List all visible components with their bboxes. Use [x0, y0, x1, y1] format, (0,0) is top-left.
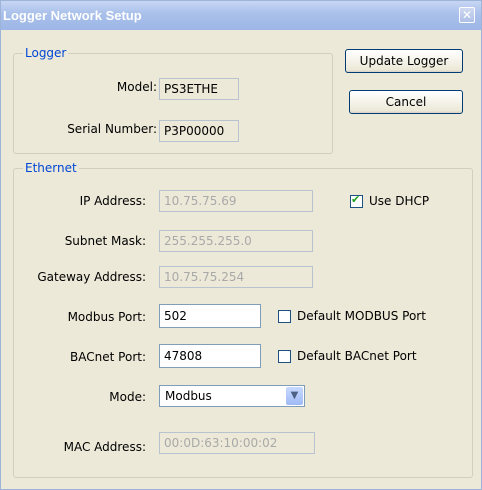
- ethernet-legend: Ethernet: [23, 161, 79, 175]
- bacnet-port-label: BACnet Port:: [70, 350, 146, 364]
- serial-number-value: P3P00000: [159, 120, 239, 142]
- gateway-address-field[interactable]: 10.75.75.254: [159, 266, 313, 288]
- modbus-port-label: Modbus Port:: [67, 310, 146, 324]
- mode-selected-value: Modbus: [165, 389, 212, 403]
- logger-legend: Logger: [23, 46, 69, 60]
- use-dhcp-label[interactable]: Use DHCP: [369, 194, 429, 208]
- mac-address-label: MAC Address:: [63, 440, 146, 454]
- title-bar[interactable]: Logger Network Setup ✕: [1, 1, 481, 30]
- close-button[interactable]: ✕: [459, 7, 475, 23]
- default-modbus-port-checkbox[interactable]: [278, 310, 291, 323]
- dialog-window: Logger Network Setup ✕ Logger Model: PS3…: [0, 0, 482, 490]
- ip-address-field[interactable]: 10.75.75.69: [159, 190, 313, 212]
- bacnet-port-input[interactable]: 47808: [159, 344, 261, 368]
- checkmark-icon: ✔: [351, 193, 361, 206]
- default-bacnet-port-checkbox[interactable]: [278, 350, 291, 363]
- mode-select[interactable]: Modbus ▼: [159, 385, 305, 407]
- serial-number-label: Serial Number:: [67, 122, 157, 136]
- chevron-down-icon[interactable]: ▼: [286, 387, 303, 405]
- subnet-mask-label: Subnet Mask:: [64, 234, 146, 248]
- modbus-port-input[interactable]: 502: [159, 304, 261, 328]
- cancel-button[interactable]: Cancel: [349, 90, 463, 114]
- default-modbus-port-label[interactable]: Default MODBUS Port: [297, 309, 426, 323]
- subnet-mask-field[interactable]: 255.255.255.0: [159, 230, 313, 252]
- ip-address-label: IP Address:: [79, 194, 146, 208]
- gateway-address-label: Gateway Address:: [37, 270, 146, 284]
- default-bacnet-port-label[interactable]: Default BACnet Port: [297, 349, 417, 363]
- mac-address-field[interactable]: 00:0D:63:10:00:02: [159, 432, 315, 454]
- model-label: Model:: [116, 80, 157, 94]
- mode-label: Mode:: [109, 390, 146, 404]
- window-title: Logger Network Setup: [3, 8, 142, 23]
- use-dhcp-checkbox[interactable]: ✔: [350, 193, 363, 208]
- update-logger-button[interactable]: Update Logger: [345, 49, 463, 73]
- model-value: PS3ETHE: [159, 78, 239, 100]
- close-icon: ✕: [461, 8, 473, 22]
